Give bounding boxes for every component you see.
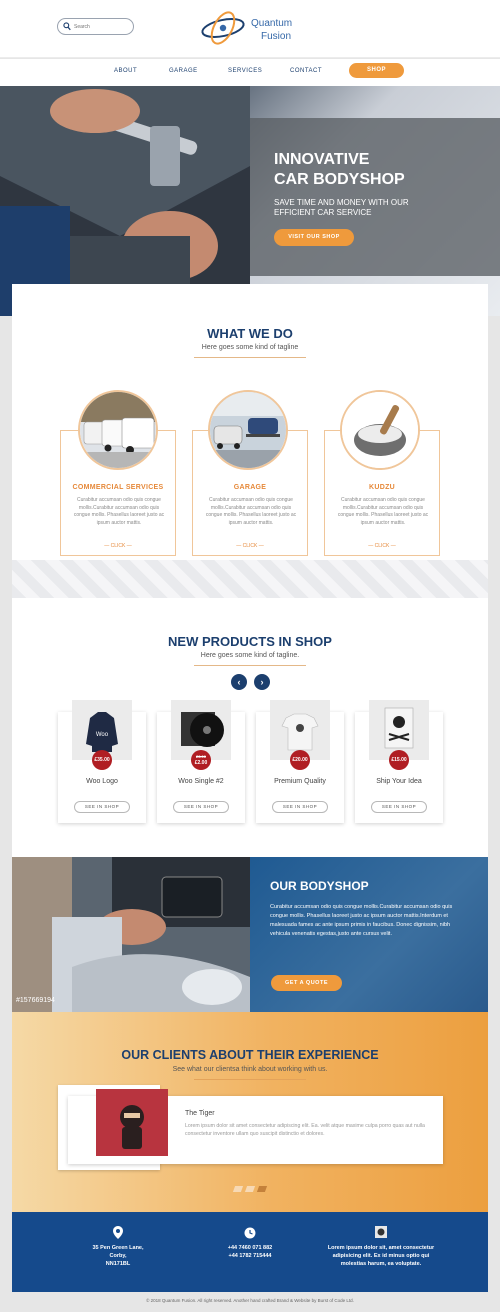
products-tagline: Here goes some kind of tagline. [200,652,300,659]
hero-subtitle: SAVE TIME AND MONEY WITH OUR EFFICIENT C… [274,198,409,217]
prev-arrow-button[interactable]: ‹ [231,674,247,690]
hero-banner: INNOVATIVE CAR BODYSHOP SAVE TIME AND MO… [0,86,500,316]
new-price: £2.00 [194,760,208,766]
service-click-link[interactable]: — CLICK — [61,543,175,549]
nav-garage[interactable]: GARAGE [169,68,198,74]
hero-panel: INNOVATIVE CAR BODYSHOP SAVE TIME AND MO… [250,118,500,276]
hero-title-line1: INNOVATIVE [274,151,370,168]
footer-phones: +44 7460 071 882 +44 1782 715444 [212,1244,288,1260]
see-in-shop-button[interactable]: SEE IN SHOP [173,801,229,813]
watermark-id: #157669194 [16,997,55,1004]
product-name: Ship Your Idea [376,778,422,785]
service-title: GARAGE [233,484,267,491]
phone-number[interactable]: +44 1782 715444 [212,1252,288,1260]
search-icon [63,22,71,31]
clients-tagline: See what our clientsa think about workin… [172,1066,328,1073]
divider [194,665,306,666]
hero-title: INNOVATIVE CAR BODYSHOP [274,150,405,190]
product-card[interactable]: £15.00 Ship Your Idea SEE IN SHOP [355,700,443,823]
product-card[interactable]: £20.00 Premium Quality SEE IN SHOP [256,700,344,823]
hero-title-line2: CAR BODYSHOP [274,171,405,188]
logo-text-line2: Fusion [261,31,292,42]
divider [194,1079,306,1080]
about-line: Lorem ipsum dolor sit, amet consectetur [327,1245,435,1251]
get-quote-button[interactable]: GET A QUOTE [271,975,342,991]
address-line: 35 Pen Green Lane, [92,1245,144,1251]
main-nav: ABOUT GARAGE SERVICES CONTACT [0,59,500,86]
product-name: Woo Single #2 [178,778,224,785]
garage-image [208,390,288,470]
testimonial-name: The Tiger [185,1110,215,1117]
service-click-link[interactable]: — CLICK — [325,543,439,549]
see-in-shop-button[interactable]: SEE IN SHOP [74,801,130,813]
see-in-shop-button[interactable]: SEE IN SHOP [272,801,328,813]
next-arrow-button[interactable]: › [254,674,270,690]
hero-mechanic-image [0,86,250,316]
bodyshop-text: Curabitur accumsan odio quis congue moll… [270,904,453,937]
service-text: Curabitur accumsan odio quis congue moll… [73,497,165,526]
about-line: adipisicing elit. Ex id minus optio qui [332,1253,430,1259]
visit-shop-button[interactable]: VISIT OUR SHOP [274,229,354,246]
svg-text:Woo: Woo [96,732,109,738]
location-pin-icon [113,1226,123,1239]
about-line: molestias harum, ea voluptate. [340,1261,422,1267]
address-line: Corby, [109,1253,127,1259]
what-we-do-tagline: Here goes some kind of tagline [201,344,299,351]
price-badge: £3.00 £2.00 [191,750,211,770]
bodyshop-panel: OUR BODYSHOP Curabitur accumsan odio qui… [250,857,488,1012]
kudzu-image [340,390,420,470]
old-price: £3.00 [195,754,206,759]
address-line: NN171BL [105,1261,131,1267]
bodyshop-title: OUR BODYSHOP [270,879,369,893]
testimonial-text: Lorem ipsum dolor sit amet consectetur a… [185,1123,425,1137]
logo-text-line1: Quantum [251,18,293,29]
product-card[interactable]: £3.00 £2.00 Woo Single #2 SEE IN SHOP [157,700,245,823]
logo[interactable]: Quantum Fusion [199,6,309,50]
divider [194,357,306,358]
clock-icon [244,1227,256,1239]
shop-button[interactable]: SHOP [349,63,404,78]
what-we-do-title: WHAT WE DO [207,326,293,341]
testimonial-card: The Tiger Lorem ipsum dolor sit amet con… [68,1089,443,1164]
price-badge: £20.00 [290,750,310,770]
atom-logo-icon [201,11,245,45]
nav-services[interactable]: SERVICES [228,68,262,74]
phone-number[interactable]: +44 7460 071 882 [212,1244,288,1252]
bodyshop-image: #157669194 [12,857,250,1012]
footer-about: Lorem ipsum dolor sit, amet consectetur … [316,1244,446,1268]
search-input[interactable] [74,21,130,32]
product-name: Premium Quality [274,778,326,785]
product-card[interactable]: Woo £35.00 Woo Logo SEE IN SHOP [58,700,146,823]
info-image-icon [375,1226,387,1238]
see-in-shop-button[interactable]: SEE IN SHOP [371,801,427,813]
footer-address: 35 Pen Green Lane, Corby, NN171BL [80,1244,156,1268]
service-title: KUDZU [369,484,395,491]
client-image [96,1089,168,1156]
service-click-link[interactable]: — CLICK — [193,543,307,549]
service-title: COMMERCIAL SERVICES [72,484,164,491]
service-text: Curabitur accumsan odio quis congue moll… [205,497,297,526]
product-name: Woo Logo [86,778,118,785]
copyright-text: © 2018 Quantum Fusion. All right reserve… [146,1298,354,1303]
products-title: NEW PRODUCTS IN SHOP [168,634,332,649]
price-badge: £35.00 [92,750,112,770]
site-header: Quantum Fusion [0,0,500,58]
nav-about[interactable]: ABOUT [114,68,137,74]
pattern-background [12,560,488,598]
vans-image [78,390,158,470]
service-text: Curabitur accumsan odio quis congue moll… [337,497,429,526]
search-box[interactable] [57,18,134,35]
clients-title: OUR CLIENTS ABOUT THEIR EXPERIENCE [121,1048,379,1062]
nav-contact[interactable]: CONTACT [290,68,322,74]
price-badge: £15.00 [389,750,409,770]
